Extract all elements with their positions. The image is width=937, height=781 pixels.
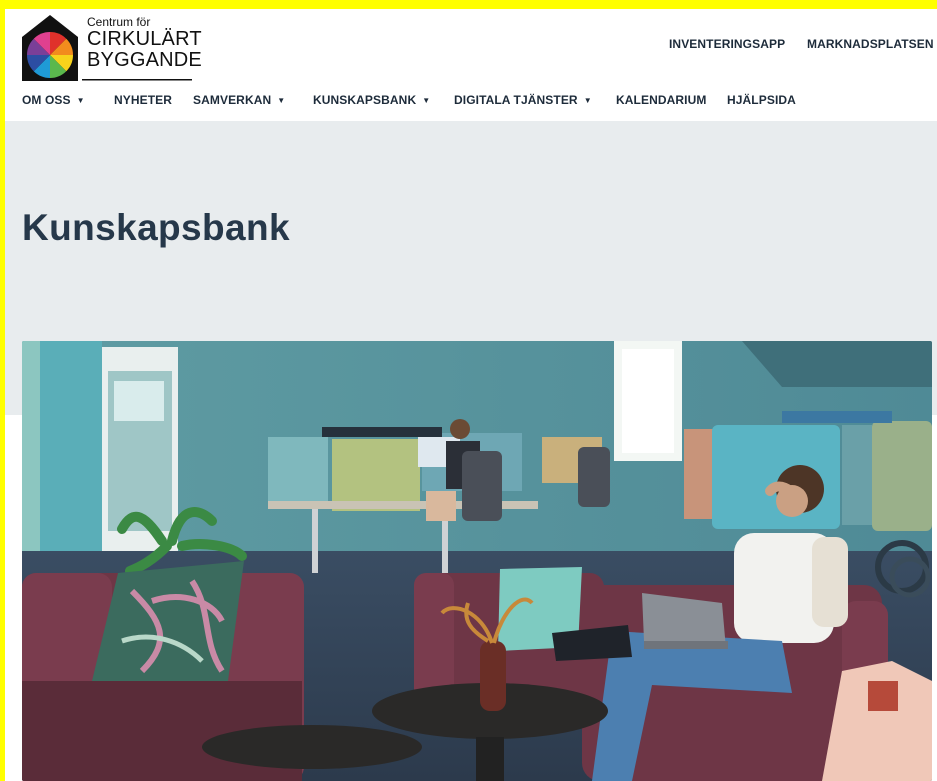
chevron-down-icon: ▼	[422, 96, 431, 105]
chevron-down-icon: ▼	[583, 96, 592, 105]
hero-photo	[22, 341, 932, 781]
main-nav: OM OSS ▼ NYHETER SAMVERKAN ▼ KUNSKAPSBANK ▼…	[5, 93, 937, 123]
nav-item-label: KUNSKAPSBANK	[313, 93, 417, 107]
nav-item-label: OM OSS	[22, 93, 71, 107]
marknadsplatsen-label: MARKNADSPLATSEN	[807, 37, 934, 51]
nav-item-nyheter[interactable]: NYHETER	[114, 93, 172, 121]
nav-item-om-oss[interactable]: OM OSS ▼	[22, 93, 85, 121]
chevron-down-icon: ▼	[277, 96, 286, 105]
logo-line-1: Centrum för	[87, 15, 151, 29]
nav-item-samverkan[interactable]: SAMVERKAN ▼	[193, 93, 285, 121]
chevron-down-icon: ▼	[76, 96, 85, 105]
nav-item-digitala-tjanster[interactable]: DIGITALA TJÄNSTER ▼	[454, 93, 592, 121]
office-lounge-photo-icon	[22, 341, 932, 781]
nav-item-label: HJÄLPSIDA	[727, 93, 796, 107]
nav-item-label: NYHETER	[114, 93, 173, 107]
nav-item-label: SAMVERKAN	[193, 93, 272, 107]
page: Centrum för CIRKULÄRT BYGGANDE INVENTERI…	[5, 9, 937, 781]
nav-item-kalendarium[interactable]: KALENDARIUM	[616, 93, 706, 121]
inventeringsapp-link[interactable]: INVENTERINGSAPP	[669, 37, 785, 51]
marknadsplatsen-link[interactable]: MARKNADSPLATSEN▼	[807, 37, 937, 51]
page-title: Kunskapsbank	[22, 207, 290, 248]
nav-item-label: DIGITALA TJÄNSTER	[454, 93, 578, 107]
nav-item-hjalpsida[interactable]: HJÄLPSIDA	[727, 93, 796, 121]
nav-item-label: KALENDARIUM	[616, 93, 707, 107]
utility-nav: INVENTERINGSAPP MARKNADSPLATSEN▼	[5, 37, 937, 55]
nav-item-kunskapsbank[interactable]: KUNSKAPSBANK ▼	[313, 93, 431, 123]
